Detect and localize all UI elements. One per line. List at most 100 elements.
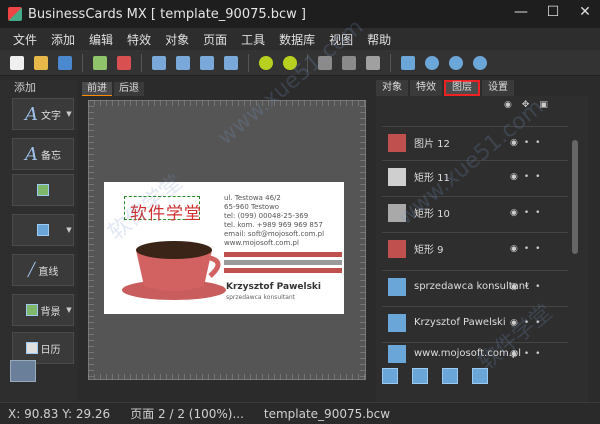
- add-line-button[interactable]: ╱ 直线: [12, 254, 74, 286]
- add-page-button[interactable]: [89, 52, 111, 74]
- layer-visibility-icon[interactable]: ◉••: [510, 349, 546, 359]
- menu-add[interactable]: 添加: [44, 31, 82, 48]
- add-page-icon: [93, 55, 107, 70]
- minimize-button[interactable]: —: [512, 4, 530, 20]
- toolbar: [0, 50, 600, 76]
- toolbar-divider: [141, 53, 142, 72]
- card-info-line: ul. Testowa 46/2: [224, 194, 281, 202]
- layer-visibility-icon[interactable]: ◉••: [510, 138, 546, 148]
- tab-object[interactable]: 对象: [376, 80, 408, 96]
- calendar-icon: [25, 342, 38, 354]
- add-panel-title: 添加: [14, 81, 36, 94]
- zoom-fit-icon: [401, 55, 415, 70]
- zoom-actual-button[interactable]: [469, 52, 491, 74]
- delete-page-button[interactable]: [113, 52, 135, 74]
- menu-effects[interactable]: 特效: [120, 31, 158, 48]
- layers-scrollbar[interactable]: [572, 140, 578, 254]
- toolbar-divider: [390, 53, 391, 72]
- coffee-cup-image[interactable]: [118, 232, 228, 304]
- open-button[interactable]: [30, 52, 52, 74]
- bring-front-button[interactable]: [148, 52, 170, 74]
- add-text-label: 文字: [41, 110, 61, 122]
- bring-front-icon: [152, 55, 166, 70]
- save-button[interactable]: [54, 52, 76, 74]
- move-down-icon[interactable]: [472, 368, 488, 384]
- bring-forward-button[interactable]: [196, 52, 218, 74]
- align-icon: [366, 55, 380, 70]
- menu-help[interactable]: 帮助: [360, 31, 398, 48]
- close-button[interactable]: ✕: [576, 4, 594, 20]
- layer-row[interactable]: 矩形 9 ◉••: [382, 232, 568, 264]
- zoom-in-button[interactable]: [421, 52, 443, 74]
- ungroup-button[interactable]: [338, 52, 360, 74]
- move-up-icon[interactable]: [442, 368, 458, 384]
- window-title: BusinessCards MX [ template_90075.bcw ]: [28, 6, 307, 22]
- align-button[interactable]: [362, 52, 384, 74]
- business-card[interactable]: 软件学堂 ul. Testowa 46/2 65-960 Testowo tel…: [104, 182, 344, 314]
- menu-database[interactable]: 数据库: [272, 31, 322, 48]
- layer-row[interactable]: Krzysztof Pawelski ◉••: [382, 306, 568, 338]
- layer-visibility-icon[interactable]: ◉••: [510, 208, 546, 218]
- card-stripe-red[interactable]: [224, 252, 342, 257]
- group-button[interactable]: [314, 52, 336, 74]
- layer-visibility-icon[interactable]: ◉••: [510, 172, 546, 182]
- zoom-fit-button[interactable]: [397, 52, 419, 74]
- menu-tools[interactable]: 工具: [234, 31, 272, 48]
- card-stripe-red-2[interactable]: [224, 268, 342, 273]
- add-background-label: 背景: [40, 306, 61, 318]
- menu-file[interactable]: 文件: [6, 31, 44, 48]
- menu-page[interactable]: 页面: [196, 31, 234, 48]
- tab-settings[interactable]: 设置: [482, 80, 514, 96]
- new-file-icon: [10, 55, 24, 70]
- add-memo-label: 备忘: [41, 150, 61, 162]
- layer-visibility-icon[interactable]: ◉••: [510, 244, 546, 254]
- back-tab[interactable]: 后退: [114, 82, 144, 96]
- send-backward-button[interactable]: [220, 52, 242, 74]
- card-contact-info[interactable]: ul. Testowa 46/2 65-960 Testowo tel: (09…: [224, 194, 324, 248]
- move-header-icon[interactable]: ✥: [522, 100, 530, 110]
- layer-row[interactable]: www.mojosoft.com.pl ◉••: [382, 342, 568, 364]
- bring-to-front-icon[interactable]: [382, 368, 398, 384]
- add-image-button[interactable]: [12, 174, 74, 206]
- layer-row[interactable]: 矩形 11 ◉••: [382, 160, 568, 192]
- add-shape-dropdown[interactable]: ▼: [64, 214, 74, 246]
- layer-name: 图片 12: [414, 139, 450, 150]
- send-back-button[interactable]: [172, 52, 194, 74]
- forward-tab[interactable]: 前进: [82, 82, 112, 96]
- layer-row[interactable]: 图片 12 ◉••: [382, 126, 568, 158]
- add-memo-button[interactable]: A 备忘: [12, 138, 74, 170]
- card-person-role[interactable]: sprzedawca konsultant: [226, 294, 295, 301]
- send-to-back-icon[interactable]: [412, 368, 428, 384]
- send-back-icon: [176, 55, 190, 70]
- card-info-line: 65-960 Testowo: [224, 203, 280, 211]
- menu-view[interactable]: 视图: [322, 31, 360, 48]
- add-text-dropdown[interactable]: ▼: [64, 98, 74, 130]
- card-info-line: tel. kom. +989 969 969 857: [224, 221, 323, 229]
- toolbar-divider: [248, 53, 249, 72]
- layer-visibility-icon[interactable]: ◉••: [510, 318, 546, 328]
- undo-button[interactable]: [255, 52, 277, 74]
- maximize-button[interactable]: ☐: [544, 4, 562, 20]
- ruler-top: [88, 100, 366, 106]
- card-info-line: email: soft@mojosoft.com.pl: [224, 230, 325, 238]
- shape-icon: [37, 224, 49, 236]
- redo-button[interactable]: [279, 52, 301, 74]
- card-stripe-gray[interactable]: [224, 260, 342, 265]
- ruler-bottom: [88, 374, 366, 380]
- menu-object[interactable]: 对象: [158, 31, 196, 48]
- tab-layers[interactable]: 图层: [444, 80, 480, 96]
- card-logo-text[interactable]: 软件学堂: [130, 199, 202, 224]
- new-file-button[interactable]: [6, 52, 28, 74]
- add-background-dropdown[interactable]: ▼: [64, 294, 74, 326]
- lock-header-icon[interactable]: ▣: [539, 100, 548, 110]
- zoom-out-button[interactable]: [445, 52, 467, 74]
- layer-row[interactable]: 矩形 10 ◉••: [382, 196, 568, 228]
- text-tool-icon: A: [25, 103, 38, 125]
- visibility-header-icon[interactable]: ◉: [504, 100, 512, 110]
- menu-edit[interactable]: 编辑: [82, 31, 120, 48]
- layer-thumbnail: [388, 167, 406, 186]
- tab-effects[interactable]: 特效: [410, 80, 442, 96]
- layer-row[interactable]: sprzedawca konsultant ◉••: [382, 270, 568, 302]
- card-person-name[interactable]: Krzysztof Pawelski: [226, 282, 321, 292]
- layer-visibility-icon[interactable]: ◉••: [510, 282, 546, 292]
